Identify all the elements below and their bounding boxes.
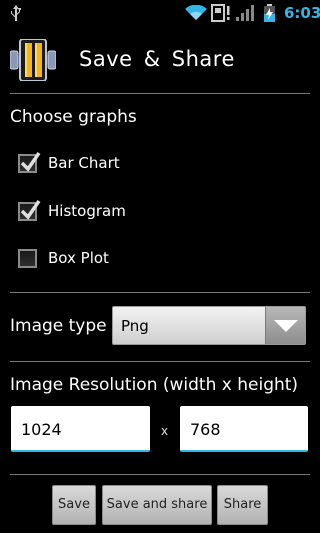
save-button[interactable]: Save xyxy=(52,485,96,525)
divider xyxy=(10,93,310,94)
save-and-share-button[interactable]: Save and share xyxy=(102,485,212,525)
checkmark-icon xyxy=(20,152,41,172)
status-clock: 6:03 xyxy=(284,4,320,22)
page-title: Save & Share xyxy=(79,47,235,71)
height-value: 768 xyxy=(190,420,221,439)
divider xyxy=(10,474,310,475)
app-logo-icon xyxy=(10,39,56,81)
checkbox-box[interactable] xyxy=(18,152,41,173)
dropdown-arrow[interactable] xyxy=(265,307,305,344)
image-type-value: Png xyxy=(121,317,149,335)
usb-icon xyxy=(11,5,21,21)
checkmark-icon xyxy=(20,200,41,220)
checkbox-bar-chart[interactable]: Bar Chart xyxy=(16,149,216,179)
title-bar: Save & Share xyxy=(0,25,320,93)
dimension-separator: x xyxy=(161,424,169,438)
checkbox-box[interactable] xyxy=(18,200,41,221)
checkbox-box[interactable] xyxy=(18,249,37,268)
checkbox-box-plot[interactable]: Box Plot xyxy=(16,244,216,274)
battery-charging-icon xyxy=(264,4,275,22)
divider xyxy=(10,292,310,293)
width-input[interactable]: 1024 xyxy=(11,406,150,452)
choose-graphs-label: Choose graphs xyxy=(10,107,137,127)
signal-icon xyxy=(236,5,254,21)
checkbox-label: Box Plot xyxy=(48,249,109,267)
share-button[interactable]: Share xyxy=(217,485,268,525)
width-value: 1024 xyxy=(21,420,62,439)
save-share-screen: 6:03 Save & Share Choose graphs Bar Char… xyxy=(0,0,320,533)
status-bar: 6:03 xyxy=(0,0,320,25)
height-input[interactable]: 768 xyxy=(180,406,308,452)
image-type-dropdown[interactable]: Png xyxy=(112,306,306,345)
wifi-icon xyxy=(185,5,207,20)
sim-icon xyxy=(211,4,230,22)
checkbox-label: Histogram xyxy=(48,202,126,220)
chevron-down-icon xyxy=(274,320,298,332)
divider xyxy=(10,361,310,362)
image-type-label: Image type xyxy=(10,316,107,336)
image-resolution-label: Image Resolution (width x height) xyxy=(10,375,299,395)
checkbox-label: Bar Chart xyxy=(48,154,120,172)
checkbox-histogram[interactable]: Histogram xyxy=(16,197,216,227)
